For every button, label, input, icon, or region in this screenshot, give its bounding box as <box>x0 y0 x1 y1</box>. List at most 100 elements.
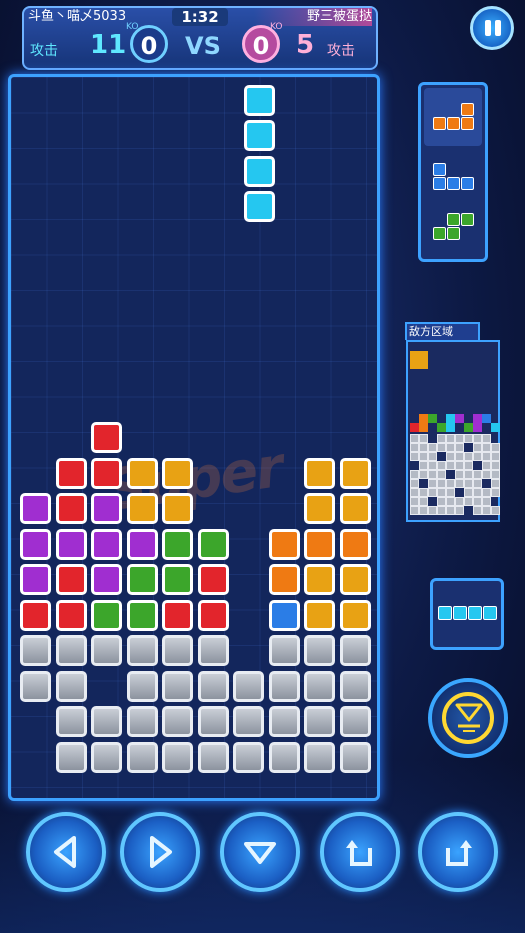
enemy-garbage-block <box>455 506 464 515</box>
board-block <box>304 457 335 489</box>
enemy-block <box>437 423 446 432</box>
enemy-garbage-block <box>446 497 455 506</box>
enemy-garbage-block <box>428 452 437 461</box>
board-block <box>268 635 300 666</box>
attack-value-left: 11 <box>90 30 127 60</box>
enemy-garbage-block <box>446 488 455 497</box>
board-block <box>91 635 122 666</box>
board-block <box>268 564 300 595</box>
board-block <box>91 528 122 560</box>
board-block <box>162 741 193 773</box>
attack-value-right: 5 <box>296 30 315 60</box>
board-block <box>339 670 371 702</box>
enemy-block <box>419 351 428 360</box>
enemy-garbage-block <box>446 506 455 515</box>
board-block <box>268 528 300 560</box>
enemy-garbage-block <box>464 470 473 479</box>
left-arrow-icon <box>54 836 76 868</box>
board-block <box>268 670 300 702</box>
enemy-garbage-block <box>455 479 464 488</box>
board-block <box>304 635 335 666</box>
enemy-garbage-block <box>491 443 500 452</box>
enemy-garbage-block <box>473 488 482 497</box>
enemy-garbage-block <box>437 470 446 479</box>
enemy-garbage-block <box>410 470 419 479</box>
next-piece-block <box>461 117 474 130</box>
board-block <box>20 635 51 666</box>
move-right-button[interactable] <box>120 812 200 892</box>
enemy-garbage-block <box>437 443 446 452</box>
enemy-block <box>482 414 491 423</box>
enemy-garbage-block <box>428 461 437 470</box>
hard-drop-icon <box>455 703 483 732</box>
enemy-garbage-block <box>482 488 491 497</box>
board-block <box>304 599 335 631</box>
next-piece-block <box>447 117 460 130</box>
board-block <box>20 528 51 560</box>
enemy-garbage-block <box>410 488 419 497</box>
board-block <box>162 493 193 524</box>
enemy-garbage-block <box>455 452 464 461</box>
enemy-garbage-block <box>419 506 428 515</box>
enemy-block <box>464 423 473 432</box>
enemy-garbage-block <box>491 452 500 461</box>
enemy-garbage-block <box>437 497 446 506</box>
board-block <box>162 457 193 489</box>
board-block <box>20 670 51 702</box>
next-piece-queue <box>418 82 488 262</box>
enemy-garbage-block <box>482 497 491 506</box>
enemy-garbage-block <box>473 434 482 443</box>
enemy-garbage-block <box>455 497 464 506</box>
enemy-block <box>410 360 419 369</box>
enemy-block <box>473 414 482 423</box>
rotate-left-button[interactable] <box>320 812 400 892</box>
board-block <box>339 635 371 666</box>
enemy-garbage-block <box>482 434 491 443</box>
enemy-garbage-block <box>455 443 464 452</box>
next-piece-block <box>433 163 446 176</box>
enemy-garbage-block <box>428 443 437 452</box>
hold-piece-block <box>468 606 482 620</box>
enemy-block <box>419 360 428 369</box>
board-block <box>162 706 193 737</box>
board-block <box>55 670 87 702</box>
enemy-garbage-block <box>482 470 491 479</box>
enemy-garbage-block <box>473 443 482 452</box>
enemy-garbage-block <box>446 443 455 452</box>
enemy-garbage-block <box>419 461 428 470</box>
enemy-garbage-block <box>428 488 437 497</box>
enemy-block <box>446 414 455 423</box>
board-block <box>91 741 122 773</box>
enemy-garbage-block <box>437 506 446 515</box>
enemy-garbage-block <box>410 443 419 452</box>
pause-button[interactable] <box>470 6 514 50</box>
hold-piece-block <box>438 606 452 620</box>
board-block <box>55 528 87 560</box>
board-block <box>233 670 264 702</box>
enemy-garbage-block <box>446 479 455 488</box>
enemy-garbage-block <box>437 479 446 488</box>
board-block <box>339 599 371 631</box>
enemy-garbage-block <box>464 497 473 506</box>
match-timer: 1:32 <box>172 8 228 26</box>
board-block <box>304 528 335 560</box>
board-block <box>20 564 51 595</box>
enemy-garbage-block <box>410 452 419 461</box>
enemy-garbage-block <box>473 470 482 479</box>
rotate-right-button[interactable] <box>418 812 498 892</box>
board-block <box>126 706 158 737</box>
soft-drop-button[interactable] <box>220 812 300 892</box>
enemy-area-label: 敌方区域 <box>409 325 453 338</box>
board-block <box>162 670 193 702</box>
enemy-garbage-block <box>419 443 428 452</box>
move-left-button[interactable] <box>26 812 106 892</box>
board-block <box>126 493 158 524</box>
enemy-garbage-block <box>455 461 464 470</box>
enemy-garbage-block <box>446 452 455 461</box>
board-block <box>55 635 87 666</box>
board-block <box>20 599 51 631</box>
board-block <box>126 599 158 631</box>
enemy-garbage-block <box>410 506 419 515</box>
next-piece-block <box>433 177 446 190</box>
board-block <box>233 741 264 773</box>
